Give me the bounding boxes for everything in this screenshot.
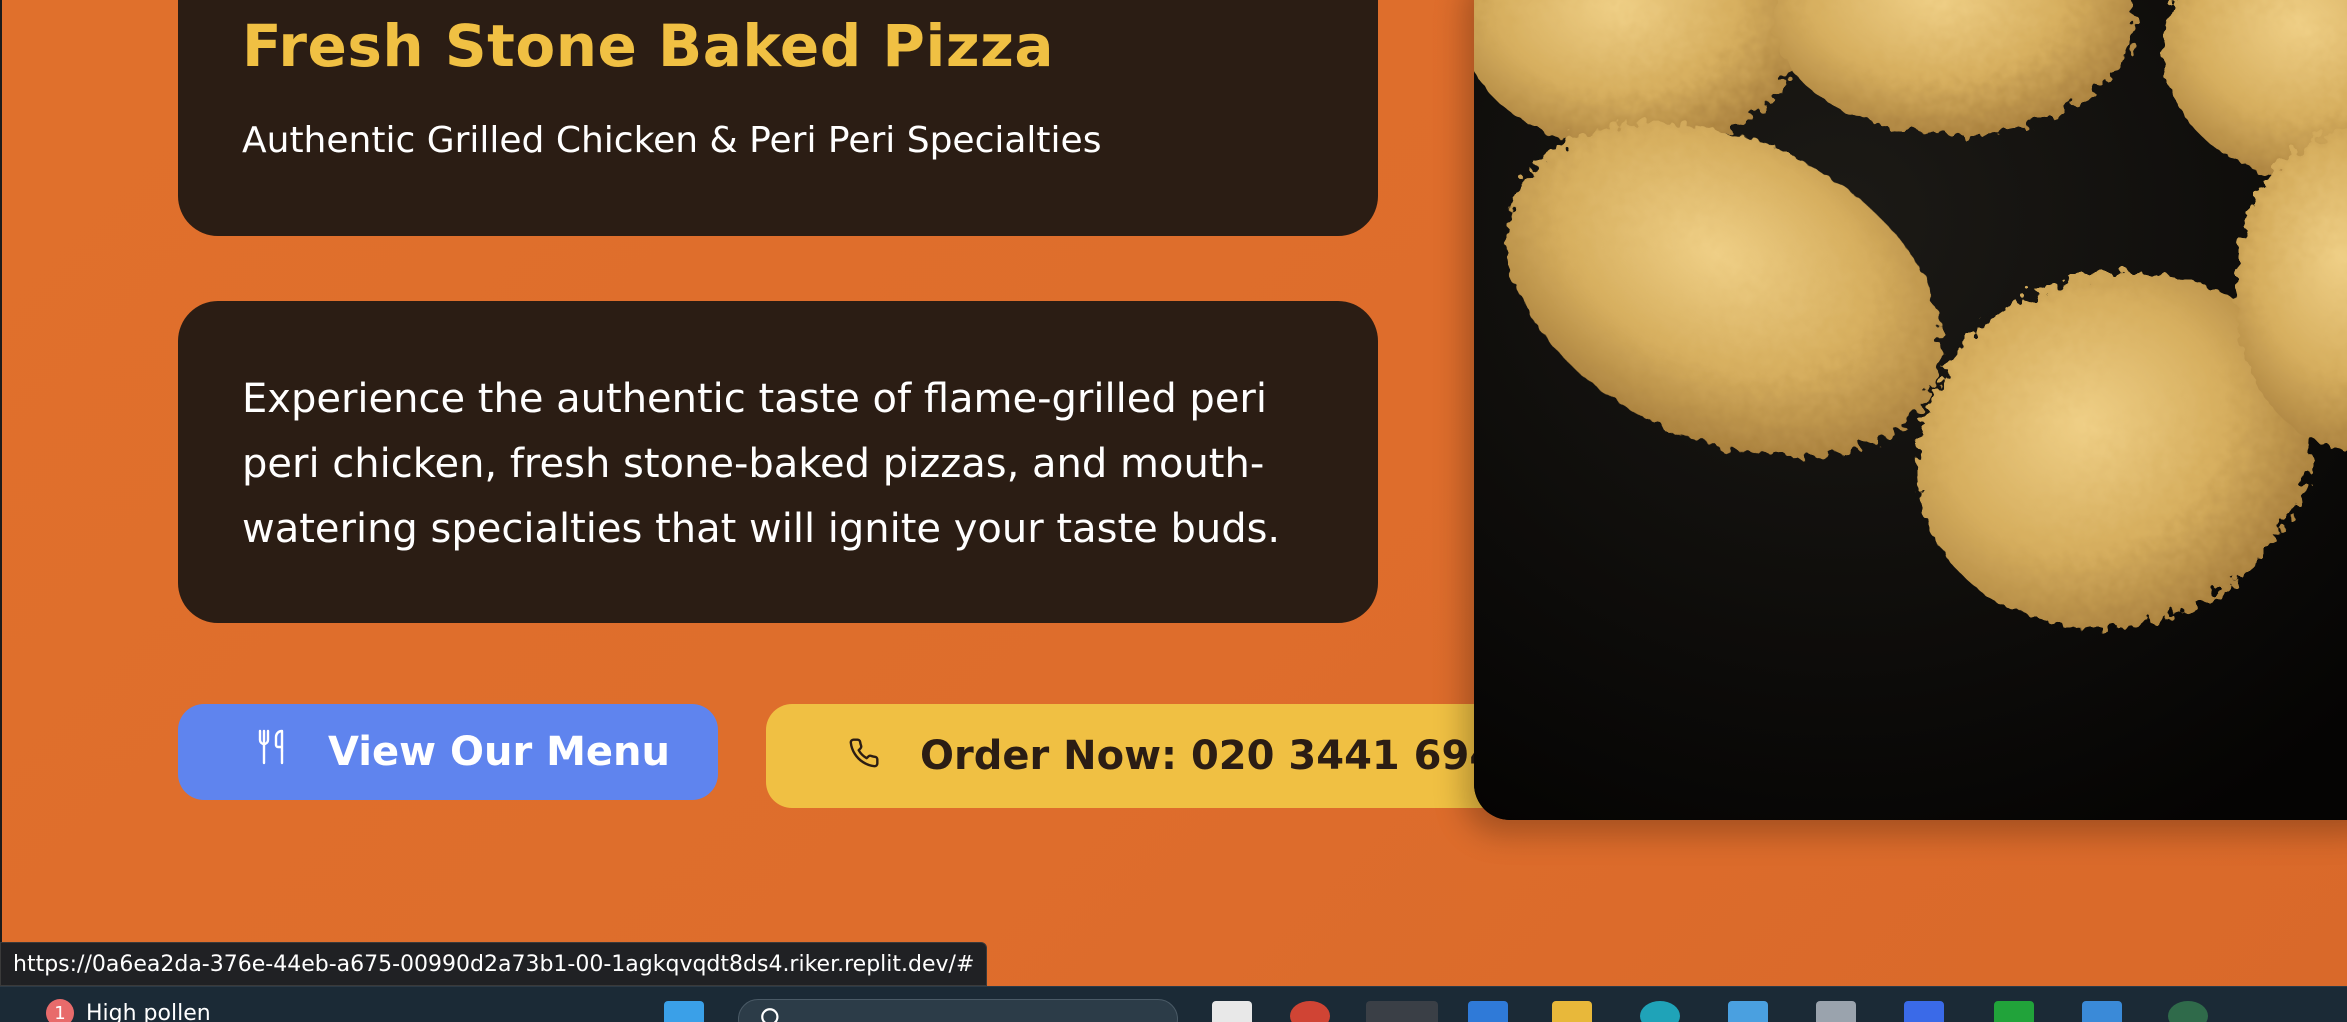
heading-card: Fresh Stone Baked Pizza Authentic Grille… [178,0,1378,236]
weather-badge: 1 [46,999,74,1022]
app-icon-indigo[interactable] [1904,1001,1944,1022]
vscode-icon[interactable] [2082,1001,2122,1022]
app-icon-grey[interactable] [1816,1001,1856,1022]
fried-chicken-illustration [1474,0,2347,820]
order-now-label: Order Now: 020 3441 6940 [920,733,1525,779]
phone-icon [848,733,880,779]
hero-title: Fresh Stone Baked Pizza [242,12,1054,80]
hero-description: Experience the authentic taste of flame-… [242,376,1281,552]
app-icon-red[interactable] [1290,1001,1330,1022]
taskbar: 1 High pollen [0,986,2347,1022]
store-icon[interactable] [1728,1001,1768,1022]
view-menu-label: View Our Menu [328,729,670,775]
hero-subtitle: Authentic Grilled Chicken & Peri Peri Sp… [242,120,1102,161]
brave-browser-icon[interactable] [1366,1001,1438,1022]
task-view-icon[interactable] [1212,1001,1252,1022]
taskbar-search[interactable] [738,999,1178,1022]
windows-start-icon[interactable] [664,1001,704,1022]
edge-browser-icon[interactable] [1640,1001,1680,1022]
status-bar-url: https://0a6ea2da-376e-44eb-a675-00990d2a… [0,942,988,986]
view-menu-button[interactable]: View Our Menu [178,704,718,800]
search-icon [761,1008,779,1022]
order-now-button[interactable]: Order Now: 020 3441 6940 [766,704,1525,808]
app-icon-green[interactable] [2168,1001,2208,1022]
hero-section: Fresh Stone Baked Pizza Authentic Grille… [0,0,2347,986]
fried-chicken-image [1474,0,2347,820]
utensils-icon [256,729,290,775]
app-icon-blue[interactable] [1468,1001,1508,1022]
weather-text: High pollen [86,1000,211,1022]
window-edge [0,0,2,986]
description-card: Experience the authentic taste of flame-… [178,301,1378,623]
xbox-icon[interactable] [1994,1001,2034,1022]
file-explorer-icon[interactable] [1552,1001,1592,1022]
weather-widget[interactable]: 1 High pollen [46,999,211,1022]
